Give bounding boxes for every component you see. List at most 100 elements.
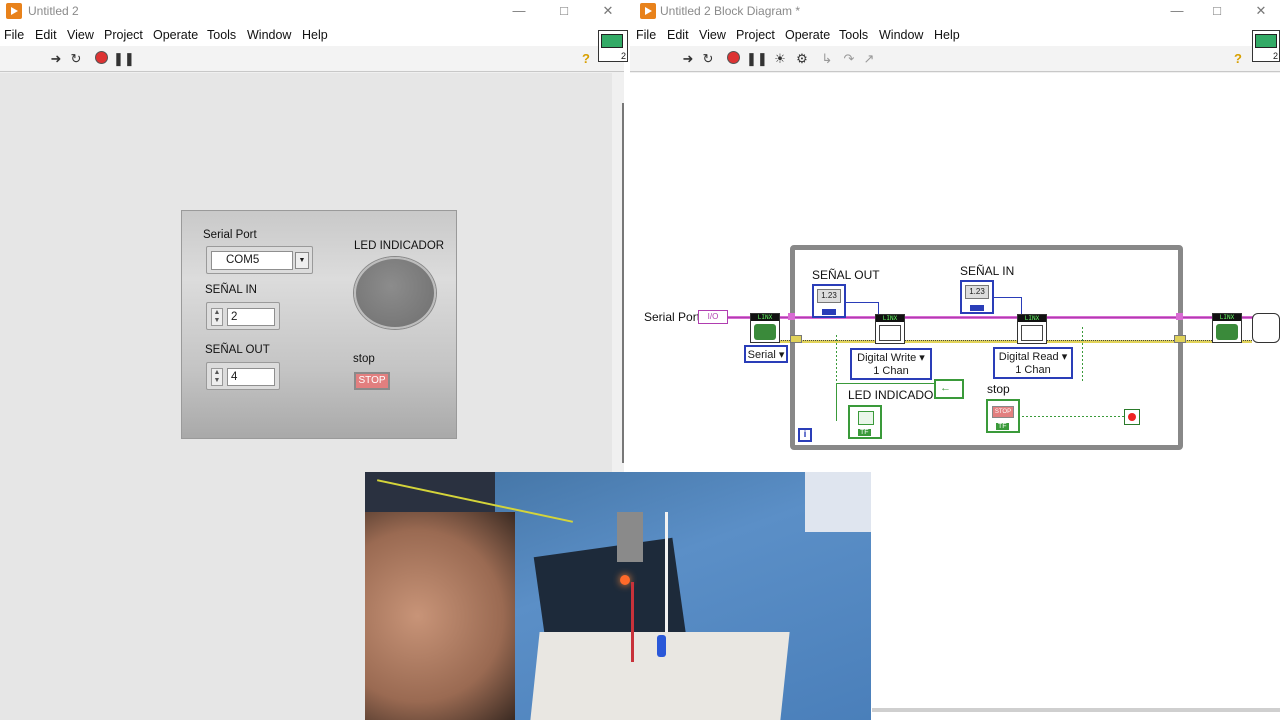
connector-pane-icon[interactable]: 2 — [1252, 30, 1280, 62]
serial-port-terminal-label: Serial Port — [644, 310, 701, 324]
stop-button[interactable]: STOP — [354, 372, 390, 390]
pause-icon[interactable]: ❚❚ — [113, 51, 135, 67]
dropdown-arrow-icon[interactable]: ▼ — [295, 252, 309, 269]
menu-help[interactable]: Help — [934, 28, 960, 42]
run-continuously-icon[interactable]: ↻ — [700, 51, 716, 67]
numeric-glyph: 1.23 — [817, 289, 841, 303]
menu-edit[interactable]: Edit — [35, 28, 57, 42]
abort-icon[interactable] — [725, 51, 741, 67]
digital-write-icon[interactable]: LINX — [875, 314, 905, 344]
connector-pane-icon[interactable]: 2 — [598, 30, 628, 62]
senal-out-terminal[interactable]: 1.23 — [812, 284, 846, 318]
numeric-glyph: 1.23 — [965, 285, 989, 299]
step-out-icon[interactable]: ↗ — [861, 51, 877, 67]
linx-open-icon[interactable]: LINX — [750, 313, 780, 343]
increment-decrement-icon[interactable]: ▲ ▼ — [211, 368, 223, 386]
digital-read-icon[interactable]: LINX — [1017, 314, 1047, 344]
linx-open-body — [754, 324, 776, 340]
white-wire — [665, 512, 668, 632]
menu-operate[interactable]: Operate — [153, 28, 198, 42]
linx-close-icon[interactable]: LINX — [1212, 313, 1242, 343]
digital-write-line2: 1 Chan — [873, 365, 909, 377]
menu-project[interactable]: Project — [104, 28, 143, 42]
increment-decrement-icon[interactable]: ▲ ▼ — [211, 308, 223, 326]
senal-in-label: SEÑAL IN — [205, 284, 257, 296]
senal-out-label: SEÑAL OUT — [205, 344, 270, 356]
senal-in-terminal-label: SEÑAL IN — [960, 264, 1015, 278]
close-button[interactable]: ✕ — [1250, 2, 1272, 20]
stop-terminal[interactable]: STOP TF — [986, 399, 1020, 433]
visa-tunnel-left — [788, 313, 795, 320]
stop-glyph: STOP — [992, 406, 1014, 418]
menu-bar: File Edit View Project Operate Tools Win… — [630, 24, 1280, 46]
pause-icon[interactable]: ❚❚ — [746, 51, 768, 67]
iteration-terminal[interactable]: i — [798, 428, 812, 442]
window-title: Untitled 2 Block Diagram * — [660, 4, 801, 18]
run-continuously-icon[interactable]: ↻ — [68, 51, 84, 67]
connector-pane-number: 2 — [620, 51, 626, 61]
senal-in-terminal[interactable]: 1.23 — [960, 280, 994, 314]
loop-condition-terminal[interactable] — [1124, 409, 1140, 425]
menu-edit[interactable]: Edit — [667, 28, 689, 42]
run-arrow-icon[interactable]: ➜ — [680, 51, 696, 67]
usb-connector — [617, 512, 643, 562]
horizontal-scrollbar[interactable] — [872, 708, 1280, 712]
serial-enum-constant[interactable]: Serial ▾ — [744, 345, 788, 363]
menu-tools[interactable]: Tools — [207, 28, 236, 42]
menu-bar: File Edit View Project Operate Tools Win… — [0, 24, 624, 46]
close-button[interactable]: ✕ — [597, 2, 619, 20]
menu-view[interactable]: View — [67, 28, 94, 42]
scrollbar-thumb[interactable] — [622, 103, 624, 463]
abort-icon[interactable] — [93, 51, 109, 67]
linx-header: LINX — [876, 315, 904, 322]
menu-window[interactable]: Window — [879, 28, 923, 42]
led-indicator-terminal[interactable]: TF — [848, 405, 882, 439]
highlight-execution-icon[interactable]: ☀ — [772, 51, 788, 67]
maximize-button[interactable]: □ — [553, 2, 575, 20]
menu-operate[interactable]: Operate — [785, 28, 830, 42]
senal-out-field[interactable]: 4 — [227, 368, 275, 386]
error-handler-icon[interactable] — [1252, 313, 1280, 343]
help-icon[interactable]: ? — [578, 51, 594, 67]
help-icon[interactable]: ? — [1230, 51, 1246, 67]
boolean-conversion-node[interactable]: ← — [934, 379, 964, 399]
bool-type-icon: TF — [858, 429, 871, 436]
step-over-icon[interactable]: ↷ — [841, 51, 857, 67]
senal-in-control[interactable]: ▲ ▼ 2 — [206, 302, 280, 330]
menu-window[interactable]: Window — [247, 28, 291, 42]
digital-write-polymorphic-selector[interactable]: Digital Write ▾ 1 Chan — [850, 348, 932, 380]
step-into-icon[interactable]: ↳ — [819, 51, 835, 67]
digital-write-line1: Digital Write — [857, 352, 917, 364]
menu-project[interactable]: Project — [736, 28, 775, 42]
serial-port-terminal[interactable]: I/O — [698, 310, 728, 324]
serial-port-value[interactable]: COM5 — [211, 251, 293, 270]
linx-header: LINX — [751, 314, 779, 321]
led-glyph — [858, 411, 874, 425]
senal-in-field[interactable]: 2 — [227, 308, 275, 326]
red-wire — [631, 582, 634, 662]
senal-out-terminal-label: SEÑAL OUT — [812, 268, 880, 282]
menu-file[interactable]: File — [636, 28, 656, 42]
title-bar: Untitled 2 — □ ✕ — [0, 0, 624, 24]
toolbar: ➜ ↻ ❚❚ ☀ ⚙ ↳ ↷ ↗ ? — [630, 46, 1280, 72]
menu-file[interactable]: File — [4, 28, 24, 42]
senal-out-control[interactable]: ▲ ▼ 4 — [206, 362, 280, 390]
run-arrow-icon[interactable]: ➜ — [48, 51, 64, 67]
pulse-write-icon — [879, 325, 901, 341]
minimize-button[interactable]: — — [1166, 2, 1188, 20]
visa-tunnel-right — [1176, 313, 1183, 320]
minimize-button[interactable]: — — [508, 2, 530, 20]
menu-tools[interactable]: Tools — [839, 28, 868, 42]
arrow-left-icon: ← — [940, 382, 951, 394]
hand — [365, 512, 515, 720]
retain-wire-values-icon[interactable]: ⚙ — [794, 51, 810, 67]
menu-help[interactable]: Help — [302, 28, 328, 42]
maximize-button[interactable]: □ — [1206, 2, 1228, 20]
menu-view[interactable]: View — [699, 28, 726, 42]
digital-read-polymorphic-selector[interactable]: Digital Read ▾ 1 Chan — [993, 347, 1073, 379]
toolbar: ➜ ↻ ❚❚ ? — [0, 46, 624, 72]
serial-port-control[interactable]: COM5 ▼ — [206, 246, 313, 274]
control-panel: Serial Port COM5 ▼ SEÑAL IN ▲ ▼ 2 SEÑAL O… — [181, 210, 457, 439]
labview-app-icon — [640, 3, 656, 19]
serial-port-text: COM5 — [226, 254, 260, 266]
